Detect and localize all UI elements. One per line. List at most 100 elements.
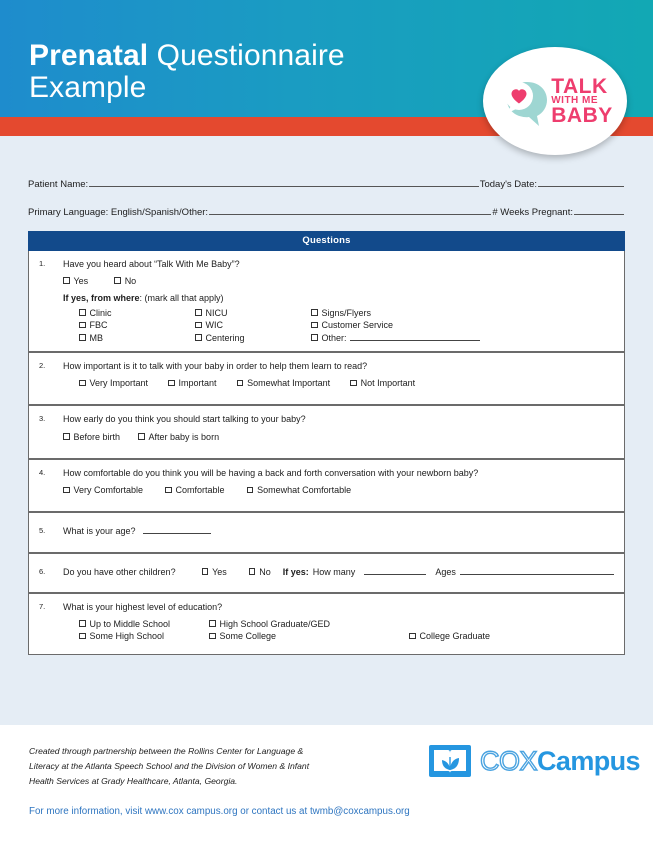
q7-education-options: Up to Middle School High School Graduate… — [79, 619, 614, 641]
q1-option-other-label: Other: — [321, 332, 347, 343]
q1-option-nicu[interactable]: NICU — [195, 308, 311, 318]
page-title: Prenatal Questionnaire Example — [29, 39, 345, 105]
q1-option-no[interactable]: No — [114, 276, 136, 286]
logo-line-talk: TALK — [551, 75, 608, 99]
checkbox-icon[interactable] — [63, 277, 70, 284]
q1-option-other[interactable]: Other: — [311, 333, 614, 343]
q1-option-nicu-label: NICU — [205, 307, 228, 318]
contact-info-link[interactable]: For more information, visit www.cox camp… — [29, 806, 410, 817]
q1-option-yes[interactable]: Yes — [63, 276, 88, 286]
q1-option-mb[interactable]: MB — [79, 333, 195, 343]
q1-subheading: If yes, from where: (mark all that apply… — [63, 293, 614, 303]
q1-option-customer-service[interactable]: Customer Service — [311, 320, 614, 330]
cox-campus-wordmark: COXCampus — [479, 745, 641, 776]
checkbox-icon[interactable] — [246, 486, 254, 493]
q1-option-centering[interactable]: Centering — [195, 333, 311, 343]
question-5-number: 5. — [39, 526, 46, 535]
talk-with-me-baby-logo: TALK WITH ME BABY — [483, 47, 627, 155]
q4-option-comfortable[interactable]: Comfortable — [165, 485, 225, 495]
question-2: 2. How important is it to talk with your… — [28, 351, 625, 405]
checkbox-icon[interactable] — [195, 321, 202, 328]
q3-option-before-birth[interactable]: Before birth — [63, 432, 120, 442]
question-4-number: 4. — [39, 467, 46, 477]
q2-option-not-important[interactable]: Not Important — [350, 378, 415, 388]
checkbox-icon[interactable] — [311, 334, 318, 341]
q6-ages-input[interactable] — [459, 567, 614, 575]
q7-option-some-hs-label: Some High School — [89, 631, 165, 641]
question-7-text: What is your highest level of education? — [63, 602, 223, 612]
checkbox-icon[interactable] — [79, 632, 86, 639]
q1-source-options: Clinic NICU Signs/Flyers FBC WIC Custome… — [79, 308, 614, 343]
q2-option-very-important[interactable]: Very Important — [79, 378, 148, 388]
todays-date-input[interactable] — [538, 178, 624, 187]
q7-option-college-grad[interactable]: College Graduate — [409, 631, 614, 641]
q4-option-very-comfortable[interactable]: Very Comfortable — [63, 485, 143, 495]
q7-option-some-college[interactable]: Some College — [209, 631, 379, 641]
title-strong: Prenatal — [29, 39, 149, 72]
checkbox-icon[interactable] — [201, 568, 209, 575]
q7-option-hs-grad[interactable]: High School Graduate/GED — [209, 619, 379, 629]
primary-language-input[interactable] — [209, 206, 492, 215]
checkbox-icon[interactable] — [209, 620, 216, 627]
logo-line-baby: BABY — [551, 103, 613, 127]
checkbox-icon[interactable] — [63, 486, 70, 493]
weeks-pregnant-input[interactable] — [574, 206, 624, 215]
q7-option-middle-school[interactable]: Up to Middle School — [79, 619, 209, 629]
checkbox-icon[interactable] — [114, 277, 121, 284]
credit-line-1: Created through partnership between the … — [29, 746, 304, 756]
checkbox-icon[interactable] — [168, 379, 175, 386]
open-book-icon — [429, 745, 471, 777]
q2-option-not-important-label: Not Important — [360, 378, 416, 388]
q1-option-signs-flyers[interactable]: Signs/Flyers — [311, 308, 614, 318]
checkbox-icon[interactable] — [311, 321, 318, 328]
checkbox-icon[interactable] — [165, 486, 172, 493]
patient-name-input[interactable] — [89, 178, 479, 187]
checkbox-icon[interactable] — [79, 334, 86, 341]
q2-option-important[interactable]: Important — [168, 378, 217, 388]
q2-option-somewhat-important[interactable]: Somewhat Important — [236, 378, 330, 388]
question-6-number: 6. — [39, 566, 46, 576]
todays-date-label: Today's Date: — [479, 179, 537, 190]
q3-option-after-born[interactable]: After baby is born — [138, 432, 219, 442]
checkbox-icon[interactable] — [236, 379, 244, 386]
question-5-text: What is your age? — [63, 526, 136, 536]
q6-howmany-label: How many — [312, 566, 356, 577]
q4-option-very-comfortable-label: Very Comfortable — [73, 485, 144, 495]
checkbox-icon[interactable] — [138, 433, 145, 440]
q1-option-fbc[interactable]: FBC — [79, 320, 195, 330]
checkbox-icon[interactable] — [79, 309, 86, 316]
primary-language-label: Primary Language: English/Spanish/Other: — [28, 207, 209, 218]
checkbox-icon[interactable] — [409, 632, 416, 639]
q6-howmany-input[interactable] — [364, 567, 427, 575]
checkbox-icon[interactable] — [195, 334, 202, 341]
q1-option-clinic[interactable]: Clinic — [79, 308, 195, 318]
title-subline: Example — [29, 71, 147, 105]
question-6: 6. Do you have other children? Yes No If… — [28, 552, 625, 593]
checkbox-icon[interactable] — [248, 568, 256, 575]
checkbox-icon[interactable] — [311, 309, 318, 316]
campus-text: Campus — [537, 745, 641, 776]
checkbox-icon[interactable] — [79, 379, 86, 386]
q1-option-mb-label: MB — [89, 332, 104, 343]
checkbox-icon[interactable] — [195, 309, 202, 316]
checkbox-icon[interactable] — [79, 620, 86, 627]
q6-option-yes[interactable]: Yes — [201, 567, 227, 577]
q6-ages-label: Ages — [435, 566, 456, 577]
form-body: Patient Name: Today's Date: Primary Lang… — [0, 136, 653, 725]
checkbox-icon[interactable] — [79, 321, 86, 328]
q1-option-wic[interactable]: WIC — [195, 320, 311, 330]
q4-option-somewhat-comfortable[interactable]: Somewhat Comfortable — [246, 485, 351, 495]
q6-option-no[interactable]: No — [248, 567, 271, 577]
checkbox-icon[interactable] — [350, 379, 357, 386]
checkbox-icon[interactable] — [209, 632, 216, 639]
q7-option-hs-grad-label: High School Graduate/GED — [219, 618, 331, 629]
q1-option-other-input[interactable] — [349, 333, 480, 341]
q7-option-some-hs[interactable]: Some High School — [79, 631, 209, 641]
question-5-age-input[interactable] — [142, 526, 211, 534]
q4-option-comfortable-label: Comfortable — [175, 485, 225, 495]
question-3-number: 3. — [39, 414, 46, 423]
checkbox-icon[interactable] — [63, 433, 70, 440]
q1-subheading-rest: : (mark all that apply) — [139, 292, 224, 303]
q1-option-no-label: No — [124, 275, 137, 286]
question-2-text: How important is it to talk with your ba… — [63, 360, 368, 371]
